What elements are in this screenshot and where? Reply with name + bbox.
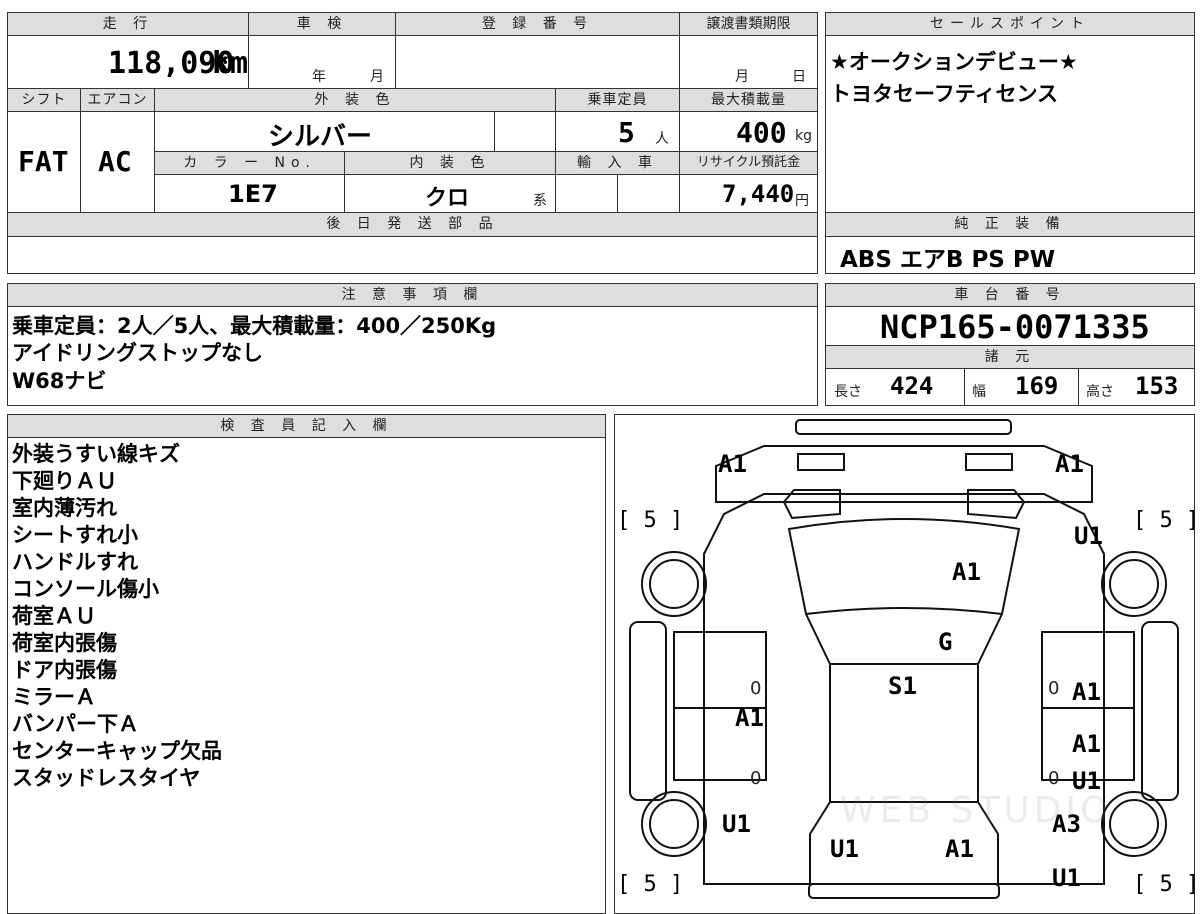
- note-line-3: W68ナビ: [12, 369, 107, 393]
- inspector-note-13: スタッドレスタイヤ: [12, 766, 201, 790]
- width-label: 幅: [972, 384, 986, 400]
- height-value: 153: [1135, 372, 1179, 400]
- recycle-fee-value: 7,440: [722, 180, 795, 208]
- damage-mark-front-right-fender: U1: [1074, 522, 1103, 550]
- equipment-header: 純 正 装 備: [826, 213, 1194, 236]
- import-header: 輸 入 車: [556, 152, 679, 174]
- max-load-unit: kg: [795, 128, 812, 144]
- damage-mark-hood: A1: [952, 558, 981, 586]
- inspector-note-7: 荷室ＡＵ: [12, 604, 96, 628]
- inspector-note-6: コンソール傷小: [12, 577, 159, 601]
- damage-mark-rear-left: U1: [830, 835, 859, 863]
- max-load-header: 最大積載量: [680, 89, 817, 111]
- damage-mark-right-front-door: A1: [1072, 678, 1101, 706]
- tire-depth-front-right: [ 5 ]: [1133, 508, 1200, 533]
- inspector-note-11: バンパー下Ａ: [12, 712, 140, 736]
- deadline-month-label: 月: [735, 69, 749, 85]
- damage-mark-windshield: G: [938, 628, 953, 656]
- inspector-note-3: 室内薄汚れ: [12, 496, 117, 520]
- damage-mark-front-left-bumper: A1: [718, 450, 747, 478]
- later-parts-header: 後 日 発 送 部 品: [8, 213, 817, 236]
- damage-mark-rear-left-quarter: U1: [722, 810, 751, 838]
- damage-mark-rear-center: A1: [945, 835, 974, 863]
- tire-depth-rear-left: [ 5 ]: [617, 872, 684, 897]
- aircon-value: AC: [98, 145, 132, 178]
- height-label: 高さ: [1086, 384, 1114, 400]
- capacity-unit: 人: [655, 131, 669, 147]
- equipment-value: ABS エアB PS PW: [840, 247, 1056, 273]
- zero-mark-right-upper: 0: [1048, 678, 1060, 699]
- inspector-note-5: ハンドルすれ: [12, 550, 138, 574]
- inspector-note-4: シートすれ小: [12, 523, 138, 547]
- mileage-unit: km: [212, 46, 249, 81]
- inspector-note-8: 荷室内張傷: [12, 631, 117, 655]
- note-line-1: 乗車定員：2人／5人、最大積載量：400／250Kg: [12, 314, 497, 338]
- recycle-fee-unit: 円: [795, 193, 809, 209]
- specs-header: 諸 元: [826, 346, 1194, 368]
- interior-color-value: クロ: [425, 186, 470, 211]
- exterior-color-header: 外 装 色: [155, 89, 555, 111]
- interior-color-suffix: 系: [533, 193, 547, 209]
- inspector-header: 検 査 員 記 入 欄: [8, 415, 605, 437]
- sales-points-header: セールスポイント: [826, 13, 1194, 35]
- length-value: 424: [890, 372, 934, 400]
- tire-depth-rear-right: [ 5 ]: [1133, 872, 1200, 897]
- inspector-note-10: ミラーＡ: [12, 685, 96, 709]
- width-value: 169: [1015, 372, 1059, 400]
- shift-header: シフト: [8, 89, 80, 111]
- interior-color-header: 内 装 色: [345, 152, 555, 174]
- shift-value: FAT: [18, 145, 69, 178]
- max-load-value: 400: [736, 116, 787, 149]
- damage-mark-left-door: A1: [735, 704, 764, 732]
- zero-mark-left-upper: 0: [750, 678, 762, 699]
- inspection-month-label: 月: [370, 69, 384, 85]
- inspection-year-label: 年: [312, 69, 326, 85]
- capacity-header: 乗車定員: [556, 89, 679, 111]
- note-line-2: アイドリングストップなし: [12, 341, 263, 365]
- recycle-header: リサイクル預託金: [680, 152, 817, 174]
- notes-header: 注 意 事 項 欄: [8, 284, 817, 306]
- damage-mark-right-rear-door: A1: [1072, 730, 1101, 758]
- chassis-header: 車 台 番 号: [826, 284, 1194, 306]
- deadline-day-label: 日: [792, 69, 806, 85]
- capacity-value: 5: [618, 116, 635, 149]
- length-label: 長さ: [834, 384, 862, 400]
- zero-mark-right-lower: 0: [1048, 768, 1060, 789]
- damage-mark-front-right-bumper: A1: [1055, 450, 1084, 478]
- aircon-header: エアコン: [81, 89, 154, 111]
- damage-mark-rear-right-bumper: U1: [1052, 864, 1081, 892]
- inspector-note-12: センターキャップ欠品: [12, 739, 222, 763]
- inspector-note-2: 下廻りＡＵ: [12, 469, 117, 493]
- chassis-value: NCP165-0071335: [880, 308, 1150, 346]
- mileage-header: 走 行: [8, 13, 248, 35]
- sales-point-2: トヨタセーフティセンス: [830, 82, 1059, 106]
- color-no-value: 1E7: [228, 180, 278, 208]
- registration-header: 登 録 番 号: [396, 13, 679, 35]
- transfer-deadline-header: 譲渡書類期限: [680, 13, 817, 35]
- watermark: WEB STUDIO: [840, 790, 1113, 831]
- inspector-note-9: ドア内張傷: [12, 658, 117, 682]
- damage-mark-roof: S1: [888, 672, 917, 700]
- inspection-header: 車 検: [249, 13, 395, 35]
- sales-point-1: ★オークションデビュー★: [830, 50, 1078, 74]
- inspector-note-1: 外装うすい線キズ: [12, 442, 180, 466]
- zero-mark-left-lower: 0: [750, 768, 762, 789]
- exterior-color-value: シルバー: [268, 122, 373, 152]
- tire-depth-front-left: [ 5 ]: [617, 508, 684, 533]
- color-no-header: カ ラ ー No.: [155, 152, 344, 174]
